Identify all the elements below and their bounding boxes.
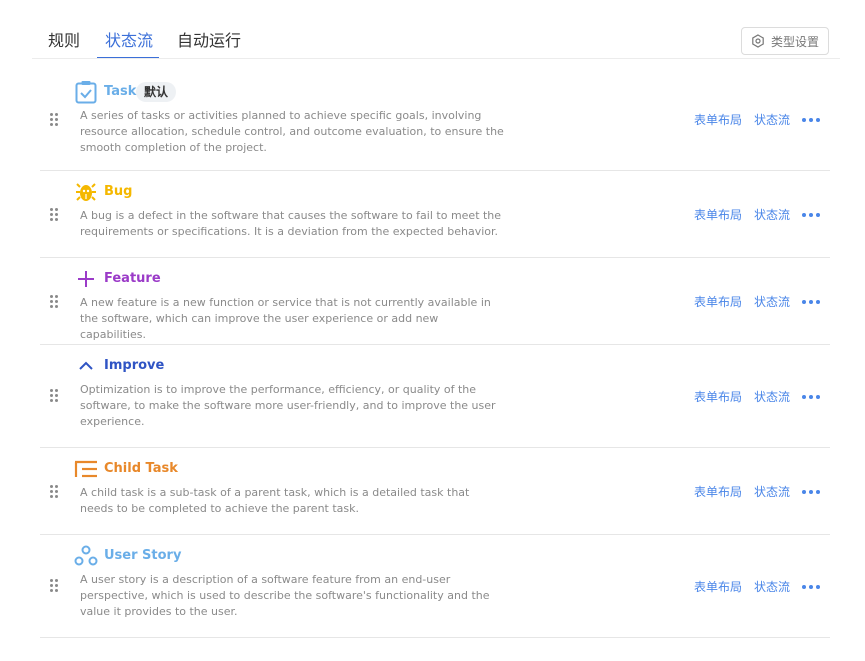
type-description: A series of tasks or activities planned …: [80, 109, 504, 154]
type-description: Optimization is to improve the performan…: [80, 383, 496, 428]
tab-automation[interactable]: 自动运行: [177, 28, 241, 54]
type-row-child-task: Child Task A child task is a sub-task of…: [40, 448, 830, 535]
drag-handle-icon[interactable]: [50, 579, 60, 593]
type-settings-label: 类型设置: [770, 34, 819, 49]
settings-hexagon-icon: [752, 34, 764, 48]
drag-handle-icon[interactable]: [50, 485, 60, 499]
bug-icon: [74, 180, 98, 204]
form-layout-link[interactable]: 表单布局: [694, 388, 742, 405]
type-description: A new feature is a new function or servi…: [80, 296, 491, 341]
type-row-improve: Improve Optimization is to improve the p…: [40, 345, 830, 448]
drag-handle-icon[interactable]: [50, 113, 60, 127]
row-actions: 表单布局 状态流: [694, 388, 820, 405]
more-options-icon[interactable]: [802, 393, 820, 401]
row-actions: 表单布局 状态流: [694, 111, 820, 128]
workflow-link[interactable]: 状态流: [754, 206, 790, 223]
workflow-link[interactable]: 状态流: [754, 111, 790, 128]
more-options-icon[interactable]: [802, 583, 820, 591]
drag-handle-icon[interactable]: [50, 208, 60, 222]
workflow-link[interactable]: 状态流: [754, 483, 790, 500]
workflow-link[interactable]: 状态流: [754, 293, 790, 310]
form-layout-link[interactable]: 表单布局: [694, 578, 742, 595]
header-divider: [32, 58, 840, 59]
type-row-task: Task 默认 A series of tasks or activities …: [40, 71, 830, 171]
drag-handle-icon[interactable]: [50, 295, 60, 309]
drag-handle-icon[interactable]: [50, 389, 60, 403]
plus-icon: [74, 267, 98, 291]
type-name: Child Task: [104, 461, 178, 476]
form-layout-link[interactable]: 表单布局: [694, 206, 742, 223]
type-name: Bug: [104, 184, 133, 199]
form-layout-link[interactable]: 表单布局: [694, 483, 742, 500]
chevron-up-icon: [74, 354, 98, 378]
more-options-icon[interactable]: [802, 298, 820, 306]
type-description: A user story is a description of a softw…: [80, 573, 490, 618]
tab-rules[interactable]: 规则: [48, 28, 80, 54]
list-indent-icon: [74, 457, 98, 481]
more-options-icon[interactable]: [802, 488, 820, 496]
form-layout-link[interactable]: 表单布局: [694, 293, 742, 310]
type-row-feature: Feature A new feature is a new function …: [40, 258, 830, 345]
more-options-icon[interactable]: [802, 116, 820, 124]
workflow-link[interactable]: 状态流: [754, 388, 790, 405]
type-name: Task: [104, 84, 137, 99]
three-circles-icon: [74, 544, 98, 568]
row-actions: 表单布局 状态流: [694, 206, 820, 223]
row-actions: 表单布局 状态流: [694, 293, 820, 310]
tab-workflow[interactable]: 状态流: [105, 28, 153, 54]
type-name: Feature: [104, 271, 161, 286]
form-layout-link[interactable]: 表单布局: [694, 111, 742, 128]
type-settings-button[interactable]: 类型设置: [741, 27, 829, 55]
type-name: Improve: [104, 358, 165, 373]
type-row-bug: Bug A bug is a defect in the software th…: [40, 171, 830, 258]
type-name: User Story: [104, 548, 182, 563]
type-row-user-story: User Story A user story is a description…: [40, 535, 830, 638]
type-description: A bug is a defect in the software that c…: [80, 209, 502, 238]
type-description: A child task is a sub-task of a parent t…: [80, 486, 470, 515]
workflow-link[interactable]: 状态流: [754, 578, 790, 595]
clipboard-check-icon: [74, 80, 98, 104]
row-actions: 表单布局 状态流: [694, 483, 820, 500]
more-options-icon[interactable]: [802, 211, 820, 219]
default-badge: 默认: [136, 82, 177, 102]
row-actions: 表单布局 状态流: [694, 578, 820, 595]
